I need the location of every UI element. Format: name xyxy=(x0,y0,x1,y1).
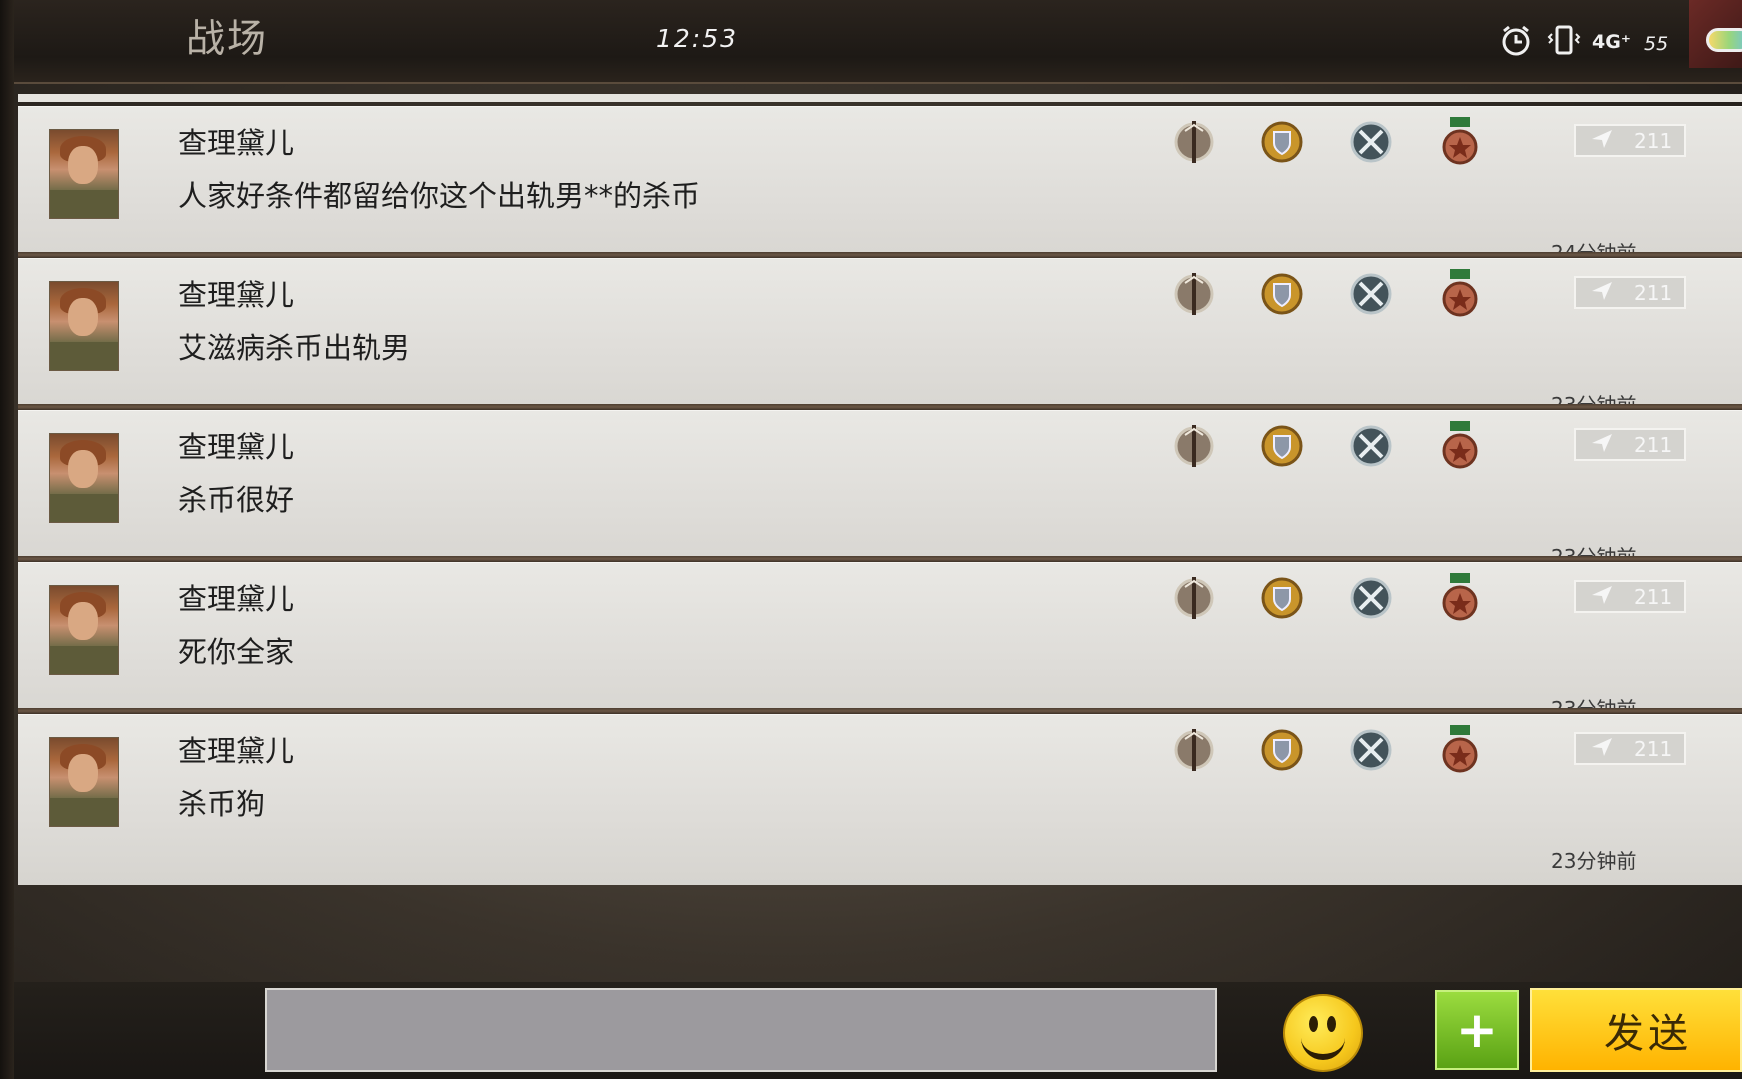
message-text: 人家好条件都留给你这个出轨男**的杀币 xyxy=(178,179,701,213)
message-input[interactable] xyxy=(265,988,1217,1072)
crossed-tools-medal-icon xyxy=(1348,269,1394,319)
smiley-icon[interactable] xyxy=(1283,994,1363,1072)
network-indicator: 4G⁺ xyxy=(1592,31,1631,53)
crossed-tools-medal-icon xyxy=(1348,573,1394,623)
avatar[interactable] xyxy=(49,281,119,371)
shield-medal-icon xyxy=(1259,421,1305,471)
shield-medal-icon xyxy=(1259,573,1305,623)
like-count: 211 xyxy=(1634,280,1673,305)
sword-medal-icon xyxy=(1171,573,1217,623)
message-text: 杀币狗 xyxy=(178,787,266,821)
paper-plane-icon xyxy=(1592,281,1612,305)
paper-plane-icon xyxy=(1592,737,1612,761)
message-time: 23分钟前 xyxy=(1551,849,1637,873)
like-button[interactable]: 211 xyxy=(1574,124,1686,157)
like-button[interactable]: 211 xyxy=(1574,428,1686,461)
sender-name[interactable]: 查理黛儿 xyxy=(178,120,294,162)
left-rail xyxy=(0,0,14,1079)
message-text: 艾滋病杀币出轨男 xyxy=(178,331,411,365)
star-ribbon-medal-icon xyxy=(1437,725,1483,775)
sword-medal-icon xyxy=(1171,421,1217,471)
paper-plane-icon xyxy=(1592,433,1612,457)
paper-plane-icon xyxy=(1592,585,1612,609)
add-attachment-button[interactable]: + xyxy=(1435,990,1519,1070)
like-count: 211 xyxy=(1634,432,1673,457)
sword-medal-icon xyxy=(1171,269,1217,319)
like-button[interactable]: 211 xyxy=(1574,276,1686,309)
avatar[interactable] xyxy=(49,433,119,523)
sender-name[interactable]: 查理黛儿 xyxy=(178,424,294,466)
star-ribbon-medal-icon xyxy=(1437,117,1483,167)
star-ribbon-medal-icon xyxy=(1437,269,1483,319)
message-list[interactable]: 查理黛儿 人家好条件都留给你这个出轨男**的杀币 211 24分钟前 查理黛儿 … xyxy=(18,106,1742,982)
alarm-icon xyxy=(1498,20,1534,60)
avatar[interactable] xyxy=(49,585,119,675)
crossed-tools-medal-icon xyxy=(1348,421,1394,471)
status-time: 12:53 xyxy=(656,24,739,53)
list-top-strip xyxy=(18,94,1742,102)
like-button[interactable]: 211 xyxy=(1574,732,1686,765)
shield-medal-icon xyxy=(1259,117,1305,167)
vibrate-icon xyxy=(1546,20,1582,60)
top-bar: 战场 12:53 4G⁺ 55 xyxy=(14,0,1742,84)
message-text: 杀币很好 xyxy=(178,483,295,517)
crossed-tools-medal-icon xyxy=(1348,725,1394,775)
sword-medal-icon xyxy=(1171,725,1217,775)
like-count: 211 xyxy=(1634,128,1673,153)
like-button[interactable]: 211 xyxy=(1574,580,1686,613)
sword-medal-icon xyxy=(1171,117,1217,167)
star-ribbon-medal-icon xyxy=(1437,421,1483,471)
message-item[interactable]: 查理黛儿 杀币狗 211 23分钟前 xyxy=(18,714,1742,885)
paper-plane-icon xyxy=(1592,129,1612,153)
sender-name[interactable]: 查理黛儿 xyxy=(178,728,294,770)
star-ribbon-medal-icon xyxy=(1437,573,1483,623)
battery-percent: 55 xyxy=(1644,33,1669,55)
page-title: 战场 xyxy=(186,17,269,62)
send-button[interactable]: 发送 xyxy=(1530,988,1742,1072)
like-count: 211 xyxy=(1634,736,1673,761)
message-text: 死你全家 xyxy=(178,635,295,669)
sender-name[interactable]: 查理黛儿 xyxy=(178,272,294,314)
shield-medal-icon xyxy=(1259,269,1305,319)
shield-medal-icon xyxy=(1259,725,1305,775)
like-count: 211 xyxy=(1634,584,1673,609)
sender-name[interactable]: 查理黛儿 xyxy=(178,576,294,618)
avatar[interactable] xyxy=(49,737,119,827)
battery-icon xyxy=(1706,28,1742,52)
avatar[interactable] xyxy=(49,129,119,219)
crossed-tools-medal-icon xyxy=(1348,117,1394,167)
